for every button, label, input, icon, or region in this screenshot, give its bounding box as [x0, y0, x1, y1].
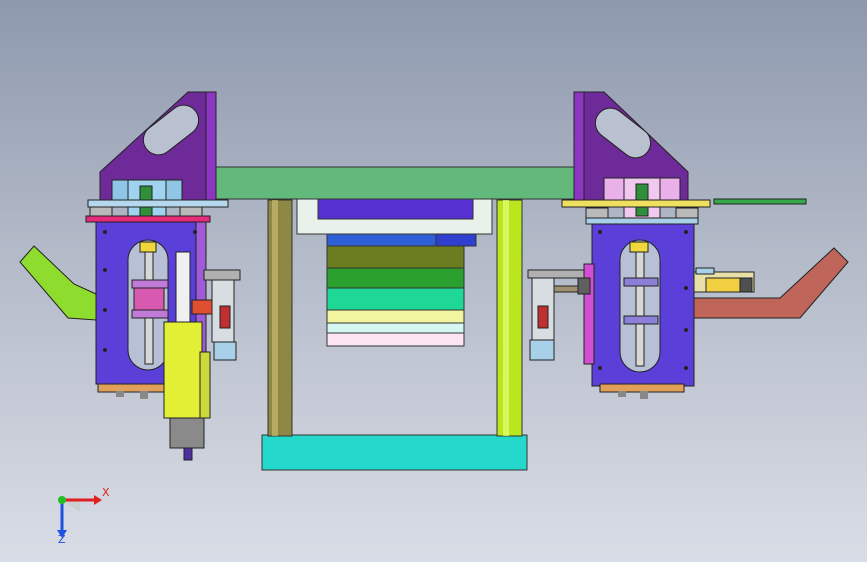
left-sensor-block[interactable]	[203, 269, 241, 361]
x-axis-label: X	[102, 486, 110, 499]
right-cylinder[interactable]	[693, 267, 755, 293]
assembly-model[interactable]	[0, 0, 867, 562]
left-column[interactable]	[267, 199, 293, 437]
orientation-triad[interactable]: X Z	[40, 478, 120, 548]
z-axis-label: Z	[58, 533, 66, 546]
cad-viewport[interactable]: X Z	[0, 0, 867, 562]
top-plate[interactable]	[214, 166, 576, 200]
right-sensor-block[interactable]	[527, 269, 591, 361]
right-column[interactable]	[496, 199, 523, 437]
base-plate[interactable]	[261, 434, 528, 471]
right-gripper-body[interactable]	[583, 223, 695, 399]
left-lime-arm[interactable]	[19, 245, 97, 321]
center-stack[interactable]	[326, 233, 477, 347]
